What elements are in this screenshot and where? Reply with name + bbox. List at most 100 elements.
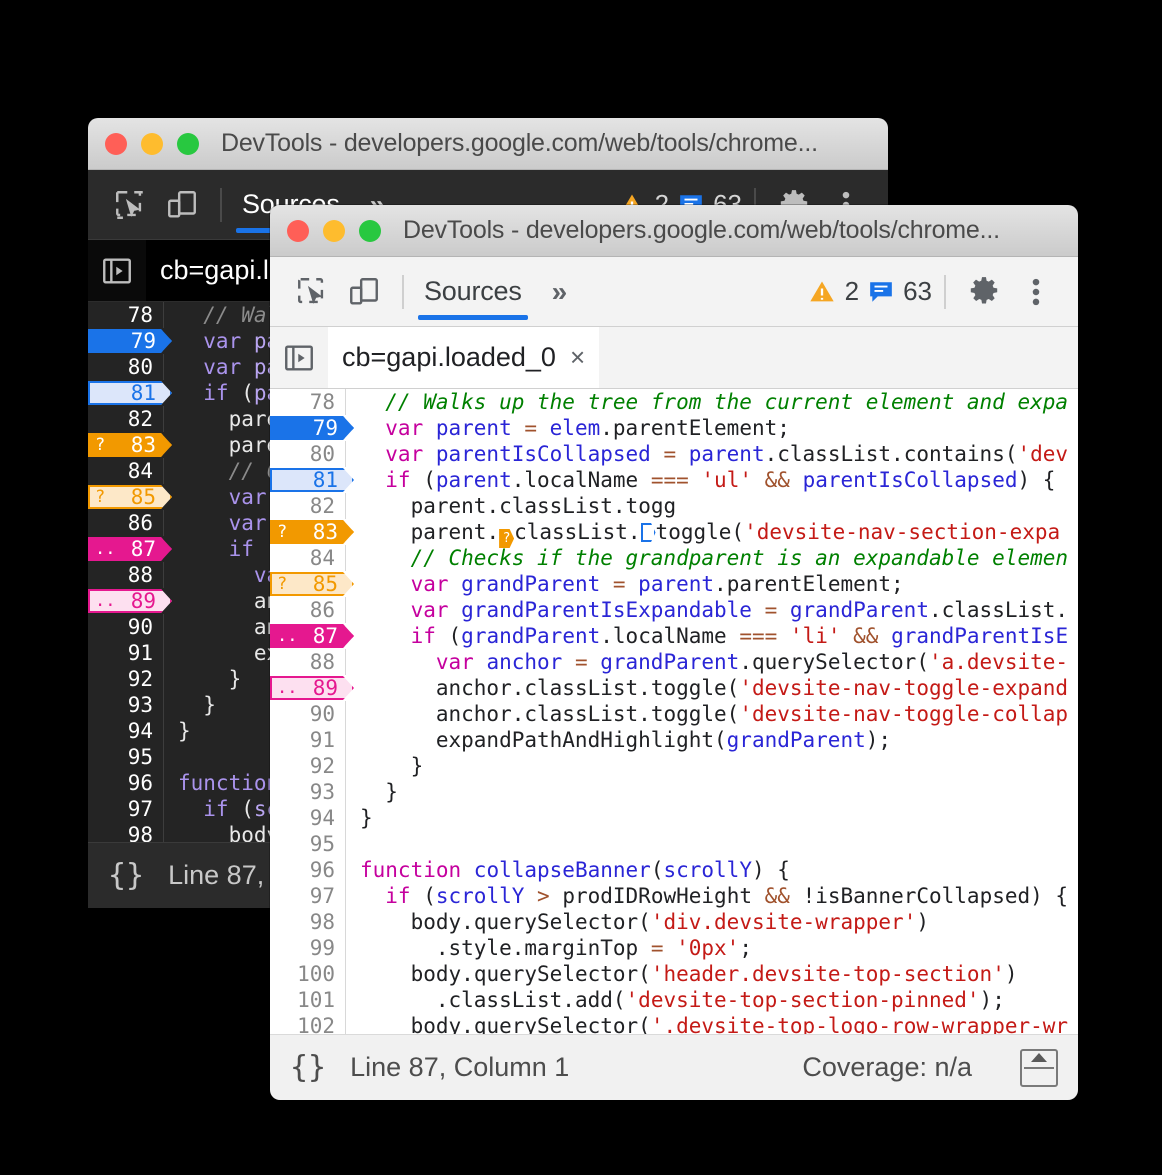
code-line[interactable]: 90 anchor.classList.toggle('devsite-nav-… xyxy=(270,701,1078,727)
code-line-text[interactable]: parent.?classList.toggle('devsite-nav-se… xyxy=(346,519,1078,548)
inspect-element-icon[interactable] xyxy=(286,266,338,318)
line-number-gutter[interactable]: 93 xyxy=(270,779,346,805)
code-line-text[interactable]: // Checks if the grandparent is an expan… xyxy=(346,545,1078,571)
breakpoint-marker[interactable]: 81 xyxy=(88,381,172,405)
code-line[interactable]: 88 var anchor = grandParent.querySelecto… xyxy=(270,649,1078,675)
breakpoint-marker[interactable]: 81 xyxy=(270,468,354,492)
code-line-text[interactable]: var grandParent = parent.parentElement; xyxy=(346,571,1078,597)
line-number-gutter[interactable]: 100 xyxy=(270,961,346,987)
code-line-text[interactable]: function collapseBanner(scrollY) { xyxy=(346,857,1078,883)
code-line[interactable]: 101 .classList.add('devsite-top-section-… xyxy=(270,987,1078,1013)
breakpoint-marker[interactable]: ..89 xyxy=(88,589,172,613)
line-number-gutter[interactable]: 86 xyxy=(88,510,164,536)
code-line[interactable]: 79 var parent = elem.parentElement; xyxy=(270,415,1078,441)
code-line-text[interactable]: if (grandParent.localName === 'li' && gr… xyxy=(346,623,1078,649)
line-number-gutter[interactable]: 102 xyxy=(270,1013,346,1034)
code-line-text[interactable]: expandPathAndHighlight(grandParent); xyxy=(346,727,1078,753)
close-window-button[interactable] xyxy=(287,220,309,242)
line-number-gutter[interactable]: 86 xyxy=(270,597,346,623)
breakpoint-marker[interactable]: ?85 xyxy=(88,485,172,509)
tab-sources[interactable]: Sources xyxy=(416,276,530,307)
code-line[interactable]: 82 parent.classList.togg xyxy=(270,493,1078,519)
code-line-text[interactable]: var anchor = grandParent.querySelector('… xyxy=(346,649,1078,675)
code-line[interactable]: ..89 anchor.classList.toggle('devsite-na… xyxy=(270,675,1078,701)
titlebar-light[interactable]: DevTools - developers.google.com/web/too… xyxy=(270,205,1078,257)
pretty-print-button[interactable]: {} xyxy=(108,858,144,893)
status-bar-light[interactable]: {} Line 87, Column 1 Coverage: n/a xyxy=(270,1034,1078,1100)
code-line-text[interactable]: .style.marginTop = '0px'; xyxy=(346,935,1078,961)
code-line[interactable]: 81 if (parent.localName === 'ul' && pare… xyxy=(270,467,1078,493)
code-line[interactable]: 92 } xyxy=(270,753,1078,779)
breakpoint-marker[interactable]: ?85 xyxy=(270,572,354,596)
code-line-text[interactable]: var grandParentIsExpandable = grandParen… xyxy=(346,597,1078,623)
line-number-gutter[interactable]: 78 xyxy=(270,389,346,415)
line-number-gutter[interactable]: 95 xyxy=(88,744,164,770)
more-tabs-chevron-icon[interactable]: » xyxy=(552,276,568,308)
code-line[interactable]: 96function collapseBanner(scrollY) { xyxy=(270,857,1078,883)
code-line[interactable]: 91 expandPathAndHighlight(grandParent); xyxy=(270,727,1078,753)
code-line-text[interactable]: var parentIsCollapsed = parent.classList… xyxy=(346,441,1078,467)
device-toolbar-icon[interactable] xyxy=(156,179,208,231)
line-number-gutter[interactable]: 96 xyxy=(270,857,346,883)
line-number-gutter[interactable]: 82 xyxy=(88,406,164,432)
code-line[interactable]: 99 .style.marginTop = '0px'; xyxy=(270,935,1078,961)
breakpoint-marker[interactable]: ..89 xyxy=(270,676,354,700)
line-number-gutter[interactable]: 95 xyxy=(270,831,346,857)
show-navigator-icon[interactable] xyxy=(88,254,146,288)
line-number-gutter[interactable]: 96 xyxy=(88,770,164,796)
devtools-toolbar-light[interactable]: Sources » 2 63 xyxy=(270,257,1078,327)
line-number-gutter[interactable]: 93 xyxy=(88,692,164,718)
maximize-window-button[interactable] xyxy=(359,220,381,242)
breakpoint-marker[interactable]: 79 xyxy=(88,329,172,353)
line-number-gutter[interactable]: 94 xyxy=(88,718,164,744)
devtools-window-light[interactable]: DevTools - developers.google.com/web/too… xyxy=(270,205,1078,1100)
line-number-gutter[interactable]: 99 xyxy=(270,935,346,961)
close-icon[interactable]: × xyxy=(570,342,585,373)
code-line[interactable]: ?83 parent.?classList.toggle('devsite-na… xyxy=(270,519,1078,545)
line-number-gutter[interactable]: 84 xyxy=(88,458,164,484)
code-line[interactable]: 98 body.querySelector('div.devsite-wrapp… xyxy=(270,909,1078,935)
breakpoint-marker[interactable]: ?83 xyxy=(270,520,354,544)
line-number-gutter[interactable]: 91 xyxy=(88,640,164,666)
kebab-menu-icon[interactable] xyxy=(1010,266,1062,318)
code-line-text[interactable]: var parent = elem.parentElement; xyxy=(346,415,1078,441)
code-line-text[interactable]: anchor.classList.toggle('devsite-nav-tog… xyxy=(346,675,1078,701)
code-line-text[interactable]: if (parent.localName === 'ul' && parentI… xyxy=(346,467,1078,493)
line-number-gutter[interactable]: 78 xyxy=(88,302,164,328)
code-line[interactable]: 100 body.querySelector('header.devsite-t… xyxy=(270,961,1078,987)
line-number-gutter[interactable]: 101 xyxy=(270,987,346,1013)
file-tab-strip-light[interactable]: cb=gapi.loaded_0 × xyxy=(270,327,1078,389)
inspect-element-icon[interactable] xyxy=(104,179,156,231)
code-line-text[interactable]: .classList.add('devsite-top-section-pinn… xyxy=(346,987,1078,1013)
code-line[interactable]: 86 var grandParentIsExpandable = grandPa… xyxy=(270,597,1078,623)
code-line-text[interactable]: parent.classList.togg xyxy=(346,493,1078,519)
code-line[interactable]: 95 xyxy=(270,831,1078,857)
line-number-gutter[interactable]: 94 xyxy=(270,805,346,831)
code-line[interactable]: 78 // Walks up the tree from the current… xyxy=(270,389,1078,415)
line-number-gutter[interactable]: 91 xyxy=(270,727,346,753)
code-line-text[interactable]: } xyxy=(346,805,1078,831)
code-line-text[interactable]: // Walks up the tree from the current el… xyxy=(346,389,1078,415)
code-line[interactable]: 94} xyxy=(270,805,1078,831)
file-tab-cb-gapi[interactable]: cb=gapi.loaded_0 × xyxy=(328,327,599,388)
line-number-gutter[interactable]: 97 xyxy=(270,883,346,909)
breakpoint-marker[interactable]: ..87 xyxy=(88,537,172,561)
code-line-text[interactable]: } xyxy=(346,753,1078,779)
minimize-window-button[interactable] xyxy=(323,220,345,242)
show-navigator-icon[interactable] xyxy=(270,341,328,375)
breakpoint-marker[interactable]: ..87 xyxy=(270,624,354,648)
window-controls-dark[interactable] xyxy=(105,133,199,155)
code-line[interactable]: ..87 if (grandParent.localName === 'li' … xyxy=(270,623,1078,649)
code-line-text[interactable]: body.querySelector('div.devsite-wrapper'… xyxy=(346,909,1078,935)
line-number-gutter[interactable]: 98 xyxy=(270,909,346,935)
inline-breakpoint-icon[interactable] xyxy=(641,523,656,542)
window-controls-light[interactable] xyxy=(287,220,381,242)
code-line[interactable]: 102 body.querySelector('.devsite-top-log… xyxy=(270,1013,1078,1034)
code-editor-light[interactable]: 78 // Walks up the tree from the current… xyxy=(270,389,1078,1034)
line-number-gutter[interactable]: 80 xyxy=(88,354,164,380)
maximize-window-button[interactable] xyxy=(177,133,199,155)
line-number-gutter[interactable]: 82 xyxy=(270,493,346,519)
line-number-gutter[interactable]: 88 xyxy=(270,649,346,675)
code-line-text[interactable]: } xyxy=(346,779,1078,805)
line-number-gutter[interactable]: 88 xyxy=(88,562,164,588)
